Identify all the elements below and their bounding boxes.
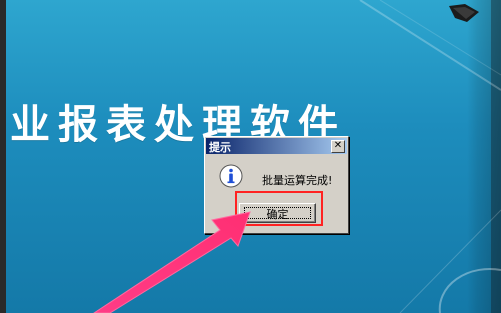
screen: 业报表处理软件 提示 ✕ 批量运算完成! 确定 bbox=[0, 0, 501, 313]
arrow-icon bbox=[93, 211, 251, 313]
